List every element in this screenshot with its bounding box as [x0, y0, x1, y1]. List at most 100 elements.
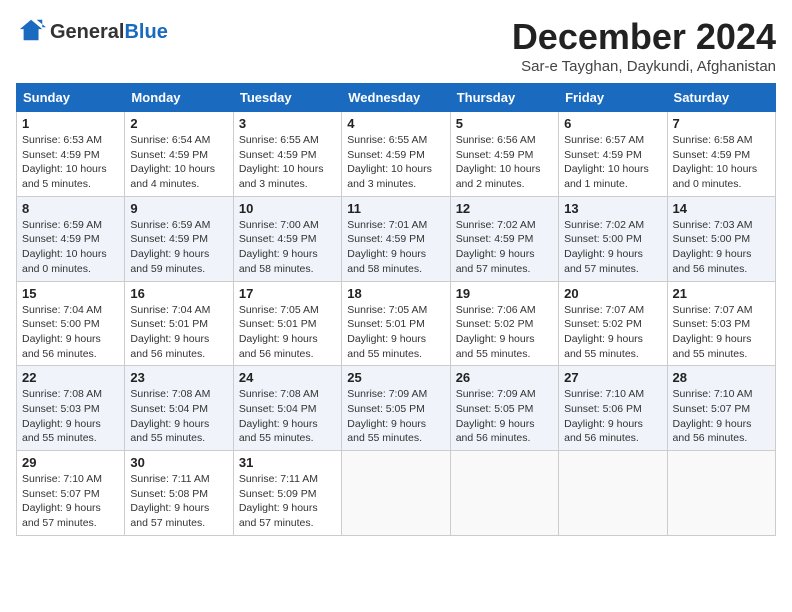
day-number: 5	[456, 116, 553, 131]
day-info: Sunrise: 6:59 AM Sunset: 4:59 PM Dayligh…	[130, 219, 210, 275]
calendar-cell: 12 Sunrise: 7:02 AM Sunset: 4:59 PM Dayl…	[450, 196, 558, 281]
calendar-cell: 8 Sunrise: 6:59 AM Sunset: 4:59 PM Dayli…	[17, 196, 125, 281]
day-info: Sunrise: 6:54 AM Sunset: 4:59 PM Dayligh…	[130, 134, 215, 190]
day-info: Sunrise: 7:09 AM Sunset: 5:05 PM Dayligh…	[347, 388, 427, 444]
day-number: 24	[239, 370, 336, 385]
calendar-cell: 30 Sunrise: 7:11 AM Sunset: 5:08 PM Dayl…	[125, 451, 233, 536]
calendar-cell: 2 Sunrise: 6:54 AM Sunset: 4:59 PM Dayli…	[125, 112, 233, 197]
logo: GeneralBlue	[16, 16, 168, 49]
calendar-cell: 17 Sunrise: 7:05 AM Sunset: 5:01 PM Dayl…	[233, 281, 341, 366]
day-number: 15	[22, 286, 119, 301]
calendar-cell: 15 Sunrise: 7:04 AM Sunset: 5:00 PM Dayl…	[17, 281, 125, 366]
calendar-week-row: 29 Sunrise: 7:10 AM Sunset: 5:07 PM Dayl…	[17, 451, 776, 536]
calendar-cell: 25 Sunrise: 7:09 AM Sunset: 5:05 PM Dayl…	[342, 366, 450, 451]
calendar-cell	[342, 451, 450, 536]
calendar-cell: 28 Sunrise: 7:10 AM Sunset: 5:07 PM Dayl…	[667, 366, 775, 451]
day-info: Sunrise: 7:07 AM Sunset: 5:03 PM Dayligh…	[673, 304, 753, 360]
day-number: 8	[22, 201, 119, 216]
calendar: SundayMondayTuesdayWednesdayThursdayFrid…	[16, 83, 776, 536]
logo-blue: Blue	[124, 21, 167, 43]
calendar-cell: 22 Sunrise: 7:08 AM Sunset: 5:03 PM Dayl…	[17, 366, 125, 451]
day-info: Sunrise: 7:10 AM Sunset: 5:07 PM Dayligh…	[673, 388, 753, 444]
day-info: Sunrise: 7:01 AM Sunset: 4:59 PM Dayligh…	[347, 219, 427, 275]
day-number: 13	[564, 201, 661, 216]
day-info: Sunrise: 7:02 AM Sunset: 5:00 PM Dayligh…	[564, 219, 644, 275]
day-number: 4	[347, 116, 444, 131]
day-number: 19	[456, 286, 553, 301]
day-info: Sunrise: 6:59 AM Sunset: 4:59 PM Dayligh…	[22, 219, 107, 275]
day-info: Sunrise: 6:55 AM Sunset: 4:59 PM Dayligh…	[347, 134, 432, 190]
calendar-week-row: 22 Sunrise: 7:08 AM Sunset: 5:03 PM Dayl…	[17, 366, 776, 451]
calendar-cell: 11 Sunrise: 7:01 AM Sunset: 4:59 PM Dayl…	[342, 196, 450, 281]
day-number: 1	[22, 116, 119, 131]
calendar-weekday-tuesday: Tuesday	[233, 84, 341, 112]
calendar-week-row: 1 Sunrise: 6:53 AM Sunset: 4:59 PM Dayli…	[17, 112, 776, 197]
calendar-cell: 21 Sunrise: 7:07 AM Sunset: 5:03 PM Dayl…	[667, 281, 775, 366]
calendar-cell: 24 Sunrise: 7:08 AM Sunset: 5:04 PM Dayl…	[233, 366, 341, 451]
day-number: 3	[239, 116, 336, 131]
day-info: Sunrise: 6:53 AM Sunset: 4:59 PM Dayligh…	[22, 134, 107, 190]
calendar-cell	[559, 451, 667, 536]
calendar-cell: 19 Sunrise: 7:06 AM Sunset: 5:02 PM Dayl…	[450, 281, 558, 366]
day-number: 27	[564, 370, 661, 385]
title-block: December 2024 Sar-e Tayghan, Daykundi, A…	[512, 16, 776, 75]
calendar-cell: 29 Sunrise: 7:10 AM Sunset: 5:07 PM Dayl…	[17, 451, 125, 536]
day-info: Sunrise: 7:11 AM Sunset: 5:08 PM Dayligh…	[130, 473, 209, 529]
calendar-week-row: 15 Sunrise: 7:04 AM Sunset: 5:00 PM Dayl…	[17, 281, 776, 366]
day-info: Sunrise: 7:05 AM Sunset: 5:01 PM Dayligh…	[347, 304, 427, 360]
day-number: 6	[564, 116, 661, 131]
calendar-header-row: SundayMondayTuesdayWednesdayThursdayFrid…	[17, 84, 776, 112]
day-number: 21	[673, 286, 770, 301]
calendar-cell	[667, 451, 775, 536]
calendar-cell: 26 Sunrise: 7:09 AM Sunset: 5:05 PM Dayl…	[450, 366, 558, 451]
calendar-cell: 31 Sunrise: 7:11 AM Sunset: 5:09 PM Dayl…	[233, 451, 341, 536]
calendar-cell: 1 Sunrise: 6:53 AM Sunset: 4:59 PM Dayli…	[17, 112, 125, 197]
logo-icon	[18, 16, 46, 44]
calendar-week-row: 8 Sunrise: 6:59 AM Sunset: 4:59 PM Dayli…	[17, 196, 776, 281]
day-info: Sunrise: 7:10 AM Sunset: 5:06 PM Dayligh…	[564, 388, 644, 444]
calendar-weekday-saturday: Saturday	[667, 84, 775, 112]
day-number: 26	[456, 370, 553, 385]
day-number: 16	[130, 286, 227, 301]
calendar-weekday-wednesday: Wednesday	[342, 84, 450, 112]
day-info: Sunrise: 7:09 AM Sunset: 5:05 PM Dayligh…	[456, 388, 536, 444]
day-number: 20	[564, 286, 661, 301]
day-info: Sunrise: 6:56 AM Sunset: 4:59 PM Dayligh…	[456, 134, 541, 190]
day-info: Sunrise: 6:58 AM Sunset: 4:59 PM Dayligh…	[673, 134, 758, 190]
day-info: Sunrise: 7:08 AM Sunset: 5:03 PM Dayligh…	[22, 388, 102, 444]
day-info: Sunrise: 6:57 AM Sunset: 4:59 PM Dayligh…	[564, 134, 649, 190]
day-info: Sunrise: 7:10 AM Sunset: 5:07 PM Dayligh…	[22, 473, 102, 529]
day-info: Sunrise: 7:04 AM Sunset: 5:01 PM Dayligh…	[130, 304, 210, 360]
calendar-weekday-monday: Monday	[125, 84, 233, 112]
day-number: 18	[347, 286, 444, 301]
calendar-cell: 9 Sunrise: 6:59 AM Sunset: 4:59 PM Dayli…	[125, 196, 233, 281]
day-number: 11	[347, 201, 444, 216]
day-info: Sunrise: 6:55 AM Sunset: 4:59 PM Dayligh…	[239, 134, 324, 190]
calendar-cell: 16 Sunrise: 7:04 AM Sunset: 5:01 PM Dayl…	[125, 281, 233, 366]
calendar-cell: 3 Sunrise: 6:55 AM Sunset: 4:59 PM Dayli…	[233, 112, 341, 197]
day-number: 29	[22, 455, 119, 470]
day-number: 31	[239, 455, 336, 470]
calendar-body: 1 Sunrise: 6:53 AM Sunset: 4:59 PM Dayli…	[17, 112, 776, 536]
calendar-weekday-sunday: Sunday	[17, 84, 125, 112]
day-info: Sunrise: 7:05 AM Sunset: 5:01 PM Dayligh…	[239, 304, 319, 360]
calendar-cell: 27 Sunrise: 7:10 AM Sunset: 5:06 PM Dayl…	[559, 366, 667, 451]
calendar-weekday-thursday: Thursday	[450, 84, 558, 112]
page-header: GeneralBlue December 2024 Sar-e Tayghan,…	[16, 16, 776, 75]
day-info: Sunrise: 7:06 AM Sunset: 5:02 PM Dayligh…	[456, 304, 536, 360]
calendar-cell: 23 Sunrise: 7:08 AM Sunset: 5:04 PM Dayl…	[125, 366, 233, 451]
month-title: December 2024	[512, 16, 776, 58]
day-number: 9	[130, 201, 227, 216]
day-info: Sunrise: 7:08 AM Sunset: 5:04 PM Dayligh…	[130, 388, 210, 444]
day-number: 7	[673, 116, 770, 131]
day-info: Sunrise: 7:07 AM Sunset: 5:02 PM Dayligh…	[564, 304, 644, 360]
calendar-weekday-friday: Friday	[559, 84, 667, 112]
day-number: 28	[673, 370, 770, 385]
calendar-cell: 4 Sunrise: 6:55 AM Sunset: 4:59 PM Dayli…	[342, 112, 450, 197]
calendar-cell	[450, 451, 558, 536]
calendar-cell: 20 Sunrise: 7:07 AM Sunset: 5:02 PM Dayl…	[559, 281, 667, 366]
calendar-cell: 10 Sunrise: 7:00 AM Sunset: 4:59 PM Dayl…	[233, 196, 341, 281]
calendar-cell: 7 Sunrise: 6:58 AM Sunset: 4:59 PM Dayli…	[667, 112, 775, 197]
location: Sar-e Tayghan, Daykundi, Afghanistan	[512, 58, 776, 75]
day-number: 22	[22, 370, 119, 385]
